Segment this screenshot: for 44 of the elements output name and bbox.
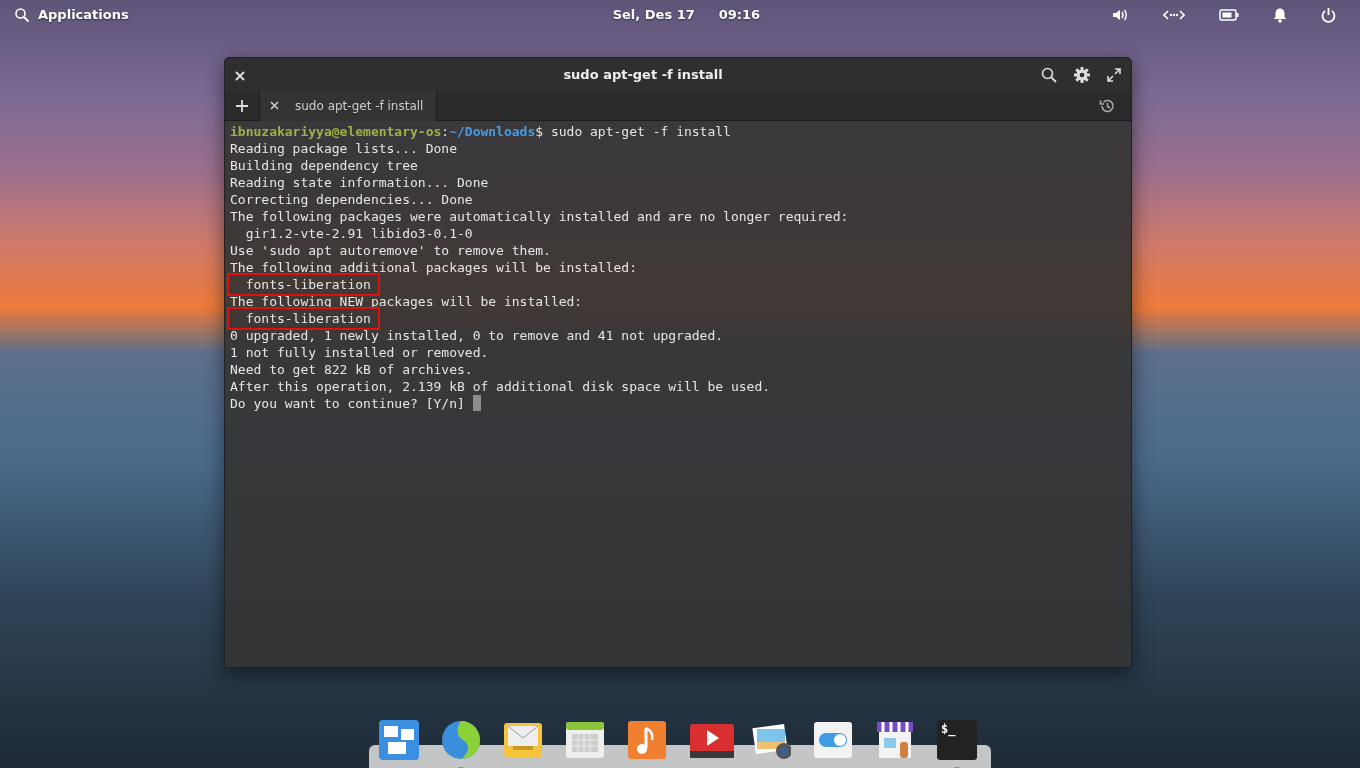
search-icon[interactable] [1041,66,1057,83]
search-icon[interactable] [14,7,30,23]
output-line: 0 upgraded, 1 newly installed, 0 to remove and 41 not upgraded. [230,328,724,343]
window-title: sudo apt-get -f install [562,65,724,84]
prompt-line: ibnuzakariyya@elementary-os:~/Downloads$ sudo apt-get -f install [230,123,732,140]
output-line: Need to get 822 kB of archives. [230,362,473,377]
close-button[interactable] [235,68,245,81]
terminal-tab[interactable]: sudo apt-get -f install [259,90,437,121]
close-icon [235,70,245,81]
output-line: Reading state information... Done [230,175,489,190]
settings-icon[interactable] [1073,65,1091,84]
output-line: Use 'sudo apt autoremove' to remove them. [230,243,551,258]
text-cursor [472,395,481,411]
panel-date[interactable]: Sel, Des 17 [612,5,695,25]
terminal-app-icon[interactable]: $_ [937,720,977,760]
highlighted-output-line: fonts-liberation [230,276,377,293]
plus-icon [236,100,248,112]
calendar-app-icon[interactable] [565,720,605,760]
output-line: Correcting dependencies... Done [230,192,473,207]
close-icon[interactable] [270,101,279,110]
output-line: The following NEW packages will be installed: [230,294,583,309]
prompt-question: Do you want to continue? [Y/n] [230,396,466,411]
settings-app-icon[interactable] [813,720,853,760]
multitasking-app-icon[interactable] [379,720,419,760]
applications-menu[interactable]: Applications [38,5,129,25]
output-line: 1 not fully installed or removed. [230,345,489,360]
store-app-icon[interactable] [875,720,915,760]
notification-bell-icon[interactable] [1273,7,1287,23]
power-icon[interactable] [1321,7,1336,23]
history-icon[interactable] [1099,97,1115,114]
output-line: Reading package lists... Done [230,141,457,156]
mail-app-icon[interactable] [503,720,543,760]
music-app-icon[interactable] [627,720,667,760]
browser-app-icon[interactable] [441,720,481,760]
highlighted-output-line: fonts-liberation [230,310,377,327]
fullscreen-icon[interactable] [1107,67,1121,82]
volume-icon[interactable] [1111,7,1129,23]
output-line: After this operation, 2.139 kB of additional disk space will be used. [230,379,771,394]
panel-time[interactable]: 09:16 [718,5,761,25]
output-line: The following packages were automatically installed and are no longer required: [230,209,849,224]
output-line: gir1.2-vte-2.91 libido3-0.1-0 [244,226,473,241]
output-line: Building dependency tree [230,158,418,173]
output-line: The following additional packages will be installed: [230,260,637,275]
battery-icon[interactable] [1219,8,1239,22]
